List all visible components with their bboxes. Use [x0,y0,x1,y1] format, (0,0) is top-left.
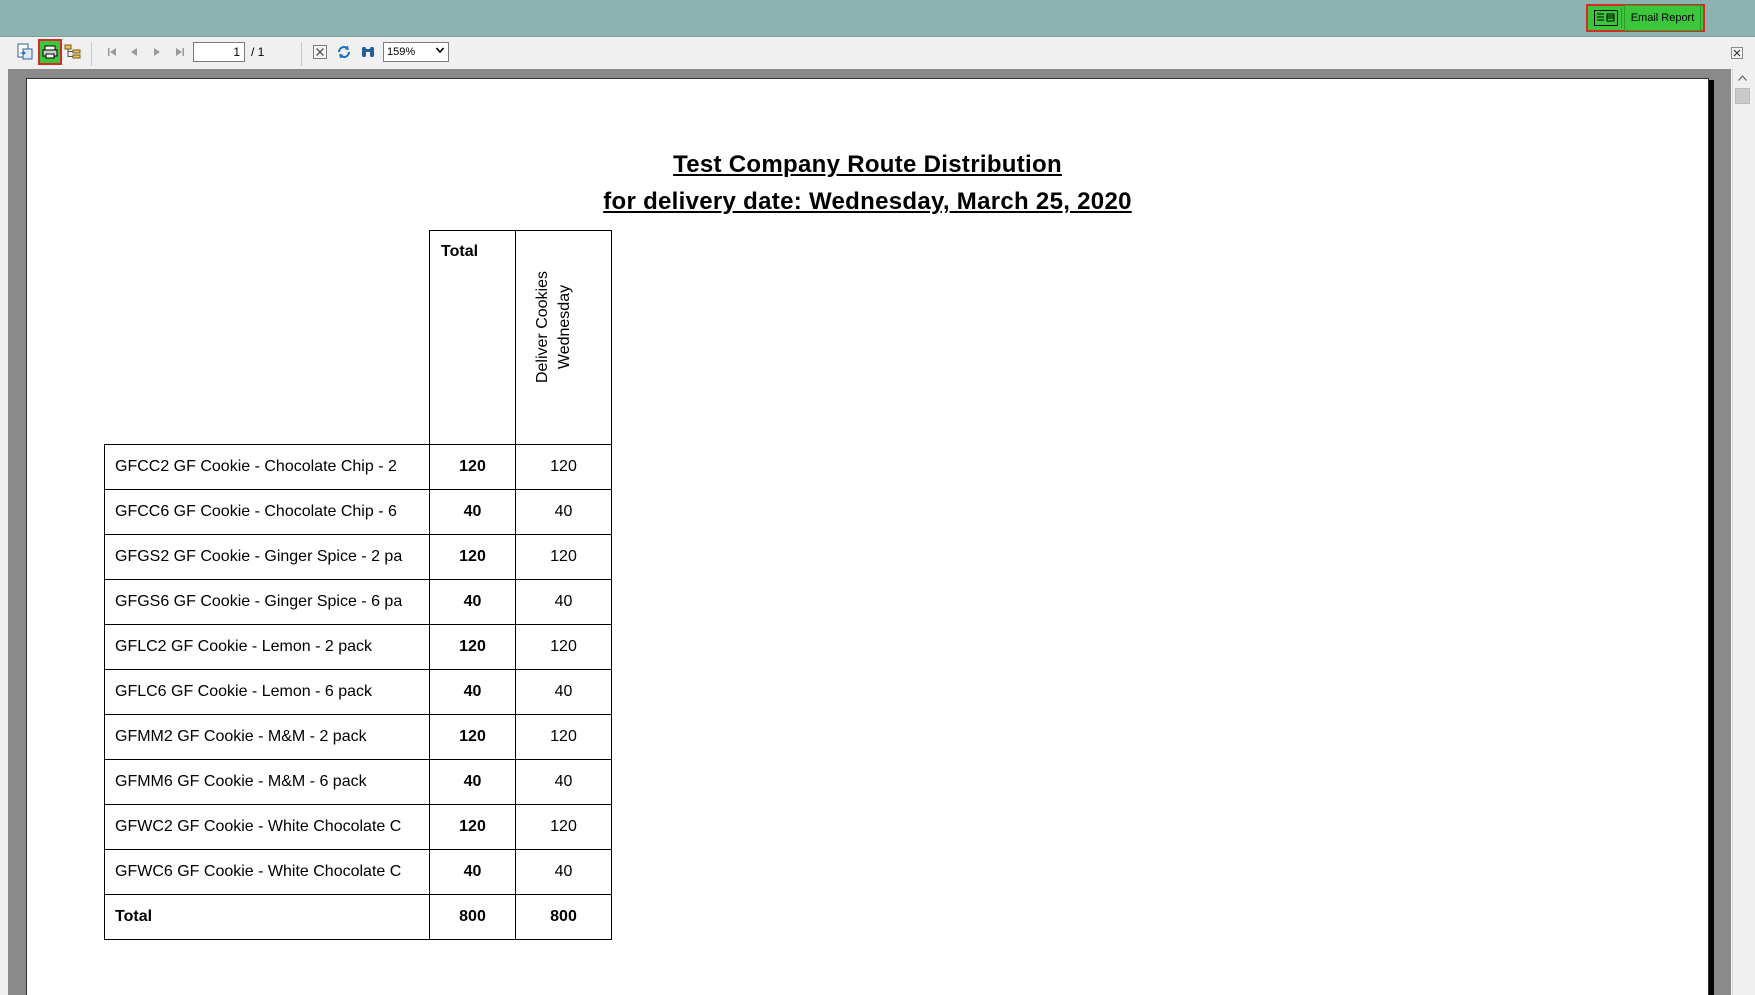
email-icon[interactable] [1591,8,1622,28]
route-column-label: Deliver Cookies Wednesday [534,270,573,384]
report-page: Test Company Route Distribution for deli… [26,78,1709,995]
table-row: GFWC2 GF Cookie - White Chocolate C 120 12… [104,804,612,850]
last-page-icon[interactable] [170,42,190,62]
item-name: GFLC2 GF Cookie - Lemon - 2 pack [104,624,430,670]
item-total: 120 [429,714,516,760]
report-viewer[interactable]: Test Company Route Distribution for deli… [8,69,1731,995]
item-route-value: 40 [515,759,612,805]
item-name: GFCC6 GF Cookie - Chocolate Chip - 6 [104,489,430,535]
item-total: 40 [429,579,516,625]
email-report-button[interactable]: Email Report [1624,5,1701,31]
table-row: GFLC2 GF Cookie - Lemon - 2 pack 120 120 [104,624,612,670]
total-column-header: Total [429,230,516,445]
item-name: GFMM6 GF Cookie - M&M - 6 pack [104,759,430,805]
scroll-thumb[interactable] [1735,88,1750,104]
item-route-value: 120 [515,624,612,670]
item-total: 120 [429,624,516,670]
item-name: GFGS6 GF Cookie - Ginger Spice - 6 pa [104,579,430,625]
item-total: 40 [429,669,516,715]
title-bar: Email Report [0,0,1755,37]
grand-total-route-value: 800 [515,894,612,940]
group-tree-icon[interactable] [63,42,83,62]
prev-page-icon[interactable] [124,42,144,62]
item-route-value: 120 [515,444,612,490]
table-row: GFCC6 GF Cookie - Chocolate Chip - 6 40 40 [104,489,612,535]
table-row: GFWC6 GF Cookie - White Chocolate C 40 40 [104,849,612,895]
distribution-table: Total Deliver Cookies Wednesday GFCC2 GF… [104,230,612,940]
header-blank-cell [105,231,430,445]
item-route-value: 40 [515,489,612,535]
vertical-scrollbar[interactable] [1732,69,1752,995]
zoom-value: 159% [387,46,416,58]
item-route-value: 120 [515,804,612,850]
item-route-value: 40 [515,669,612,715]
next-page-icon[interactable] [147,42,167,62]
item-total: 120 [429,444,516,490]
chevron-down-icon[interactable] [435,45,445,58]
item-name: GFWC6 GF Cookie - White Chocolate C [104,849,430,895]
table-row: GFMM6 GF Cookie - M&M - 6 pack 40 40 [104,759,612,805]
export-icon[interactable] [15,42,35,62]
binoculars-icon[interactable] [358,42,378,62]
item-name: GFMM2 GF Cookie - M&M - 2 pack [104,714,430,760]
item-name: GFCC2 GF Cookie - Chocolate Chip - 2 [104,444,430,490]
report-title: Test Company Route Distribution [673,151,1062,178]
zoom-select[interactable]: 159% [383,42,449,62]
table-header-row: Total Deliver Cookies Wednesday [105,230,612,445]
first-page-icon[interactable] [102,42,122,62]
item-name: GFWC2 GF Cookie - White Chocolate C [104,804,430,850]
print-icon[interactable] [38,39,62,65]
item-total: 40 [429,759,516,805]
report-subtitle: for delivery date: Wednesday, March 25, … [603,188,1132,215]
table-row: GFGS6 GF Cookie - Ginger Spice - 6 pa 40 4… [104,579,612,625]
grand-total-value: 800 [429,894,516,940]
item-name: GFGS2 GF Cookie - Ginger Spice - 2 pa [104,534,430,580]
item-route-value: 120 [515,714,612,760]
current-page-input[interactable] [193,42,245,62]
refresh-icon[interactable] [334,42,354,62]
item-route-value: 120 [515,534,612,580]
page-total-label: / 1 [251,45,265,59]
item-total: 120 [429,804,516,850]
item-total: 120 [429,534,516,580]
grand-total-row: Total 800 800 [104,894,612,940]
table-row: GFLC6 GF Cookie - Lemon - 6 pack 40 40 [104,669,612,715]
item-route-value: 40 [515,849,612,895]
stop-icon[interactable] [310,42,330,62]
item-total: 40 [429,489,516,535]
grand-total-label: Total [104,894,430,940]
item-route-value: 40 [515,579,612,625]
table-row: GFGS2 GF Cookie - Ginger Spice - 2 pa 120… [104,534,612,580]
item-total: 40 [429,849,516,895]
email-report-group[interactable]: Email Report [1586,4,1705,32]
table-row: GFCC2 GF Cookie - Chocolate Chip - 2 120 1… [104,444,612,490]
route-column-header: Deliver Cookies Wednesday [515,230,612,445]
item-name: GFLC6 GF Cookie - Lemon - 6 pack [104,669,430,715]
scroll-up-icon[interactable] [1734,70,1751,86]
close-icon[interactable] [1730,46,1744,60]
table-row: GFMM2 GF Cookie - M&M - 2 pack 120 120 [104,714,612,760]
